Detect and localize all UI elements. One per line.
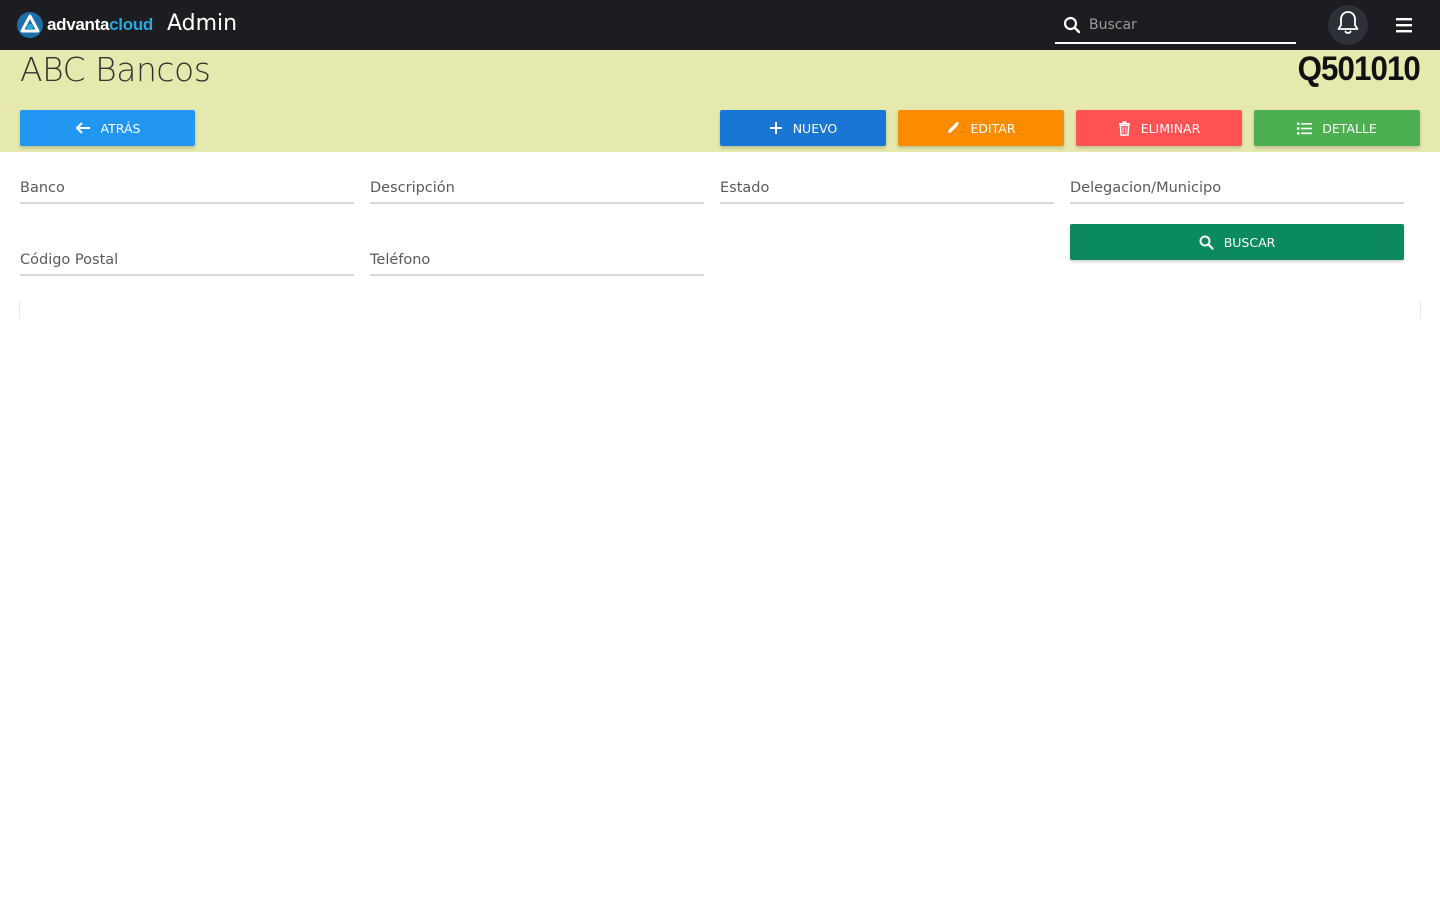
- advantacloud-logo[interactable]: advantacloud: [16, 11, 153, 39]
- logo-text-prefix: advanta: [47, 15, 110, 34]
- list-icon: [1297, 122, 1313, 135]
- codigo-postal-field[interactable]: Código Postal: [20, 246, 354, 276]
- menu-icon: [1393, 18, 1415, 39]
- detail-button-label: DETALLE: [1322, 120, 1377, 136]
- delete-button[interactable]: ELIMINAR: [1076, 110, 1242, 146]
- arrow-left-icon: [75, 121, 91, 135]
- estado-field[interactable]: Estado: [720, 174, 1054, 204]
- estado-field-label: Estado: [720, 180, 770, 196]
- results-table: [19, 302, 1421, 318]
- descripcion-field[interactable]: Descripción: [370, 174, 704, 204]
- pencil-icon: [946, 121, 960, 135]
- search-button-label: BUSCAR: [1223, 234, 1276, 250]
- plus-icon: [769, 121, 783, 135]
- global-search[interactable]: [1055, 6, 1296, 44]
- logo-text: advantacloud: [47, 15, 153, 35]
- banco-field[interactable]: Banco: [20, 174, 354, 204]
- delegacion-field-label: Delegacion/Municipo: [1070, 180, 1222, 196]
- delete-button-label: ELIMINAR: [1140, 120, 1201, 136]
- search-icon: [1063, 16, 1081, 38]
- search-button[interactable]: BUSCAR: [1070, 224, 1404, 260]
- page-code: Q501010: [1297, 50, 1421, 88]
- telefono-field[interactable]: Teléfono: [370, 246, 704, 276]
- search-icon: [1199, 235, 1214, 250]
- top-navbar: advantacloud Admin: [0, 0, 1440, 50]
- back-button[interactable]: ATRÁS: [20, 110, 195, 146]
- codigo-postal-field-label: Código Postal: [20, 252, 119, 268]
- notifications-button[interactable]: [1328, 5, 1368, 45]
- app-title: Admin: [167, 11, 238, 36]
- page-title: ABC Bancos: [20, 50, 211, 89]
- trash-icon: [1118, 120, 1131, 136]
- delegacion-field[interactable]: Delegacion/Municipo: [1070, 174, 1404, 204]
- logo-text-suffix: cloud: [109, 15, 153, 34]
- global-search-input[interactable]: [1087, 12, 1291, 38]
- edit-button-label: EDITAR: [970, 120, 1016, 136]
- new-button-label: NUEVO: [792, 120, 838, 136]
- detail-button[interactable]: DETALLE: [1254, 110, 1420, 146]
- logo-icon: [17, 12, 43, 38]
- edit-button[interactable]: EDITAR: [898, 110, 1064, 146]
- new-button[interactable]: NUEVO: [720, 110, 886, 146]
- page-header: ABC Bancos Q501010 ATRÁS NUEVO EDITAR EL…: [0, 50, 1440, 152]
- telefono-field-label: Teléfono: [370, 252, 431, 268]
- menu-button[interactable]: [1393, 15, 1415, 35]
- bell-icon: [1336, 10, 1360, 40]
- banco-field-label: Banco: [20, 180, 65, 196]
- descripcion-field-label: Descripción: [370, 180, 455, 196]
- back-button-label: ATRÁS: [100, 120, 141, 136]
